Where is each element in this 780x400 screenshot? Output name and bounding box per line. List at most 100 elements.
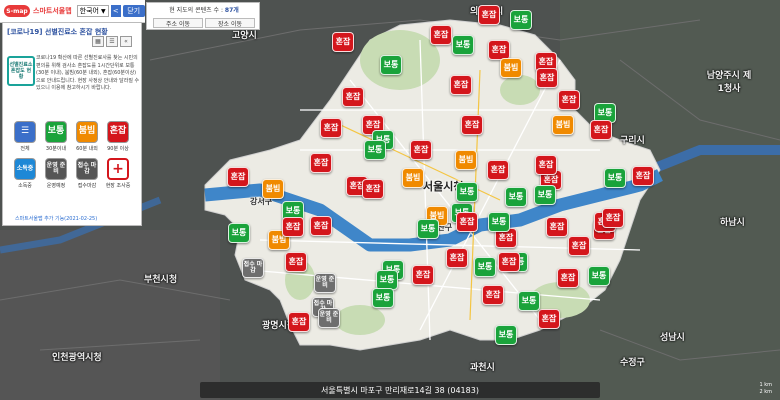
- close-button[interactable]: 닫기: [122, 5, 145, 17]
- filter-prep[interactable]: 운영 준비 운영예정: [42, 158, 70, 189]
- clinic-marker[interactable]: 혼잡: [332, 32, 354, 52]
- clinic-marker[interactable]: 접수 마감: [242, 258, 264, 278]
- clinic-marker[interactable]: 혼잡: [342, 87, 364, 107]
- map-label-gwacheon: 과천시: [470, 363, 495, 373]
- filter-survey-caption: 현장 조사중: [105, 183, 131, 189]
- clinic-marker[interactable]: 혼잡: [558, 90, 580, 110]
- clinic-marker[interactable]: 보통: [495, 325, 517, 345]
- clinic-marker[interactable]: 보통: [474, 257, 496, 277]
- clinic-marker[interactable]: 보통: [376, 270, 398, 290]
- clinic-marker[interactable]: 보통: [364, 140, 386, 160]
- clinic-marker[interactable]: 보통: [456, 182, 478, 202]
- clinic-marker[interactable]: 혼잡: [590, 120, 612, 140]
- clinic-marker[interactable]: 붐빔: [500, 58, 522, 78]
- collapse-icon[interactable]: «: [120, 36, 132, 47]
- clinic-marker[interactable]: 혼잡: [362, 179, 384, 199]
- clinic-marker[interactable]: 혼잡: [456, 212, 478, 232]
- clinic-marker[interactable]: 붐빔: [402, 168, 424, 188]
- filter-closed[interactable]: 접수 마감 접수마감: [73, 158, 101, 189]
- clinic-marker[interactable]: 보통: [604, 168, 626, 188]
- clinic-marker[interactable]: 보통: [228, 223, 250, 243]
- clinic-marker[interactable]: 운영 준비: [314, 273, 336, 293]
- map-label-bucheon: 부천시청: [144, 275, 178, 285]
- clinic-marker[interactable]: 혼잡: [546, 217, 568, 237]
- clinic-marker[interactable]: 혼잡: [320, 118, 342, 138]
- filter-normal-caption: 30분이내: [45, 146, 67, 152]
- address-move-button[interactable]: 주소 이동: [153, 18, 203, 28]
- side-panel: [코로나19] 선별진료소 혼잡 현황 ▦ ☰ « 선별진료소 혼잡도 현황 코…: [2, 22, 142, 226]
- update-note-link[interactable]: 스마트서울맵 추가 기능(2021-02-25): [15, 215, 97, 222]
- clinic-marker[interactable]: 혼잡: [410, 140, 432, 160]
- clinic-marker[interactable]: 혼잡: [488, 40, 510, 60]
- clinic-marker[interactable]: 혼잡: [461, 115, 483, 135]
- filter-normal[interactable]: 보통 30분이내: [42, 121, 70, 152]
- map-label-seongnam: 성남시: [660, 333, 685, 343]
- smap-logo[interactable]: S-map: [4, 5, 30, 17]
- clinic-marker[interactable]: 보통: [372, 288, 394, 308]
- content-info-bar: 현 지도의 콘텐츠 수 : 87개 주소 이동 장소 이동: [146, 2, 260, 30]
- clinic-marker[interactable]: 혼잡: [430, 25, 452, 45]
- map-label-sujeong: 수정구: [620, 358, 645, 368]
- place-move-label: 장소 이동: [218, 20, 242, 28]
- clinic-marker[interactable]: 보통: [417, 219, 439, 239]
- grid-view-icon[interactable]: ▦: [92, 36, 104, 47]
- top-bar: S-map 스마트서울맵 한국어 ▼ < 닫기: [0, 0, 145, 23]
- clinic-marker[interactable]: 보통: [534, 185, 556, 205]
- filter-disinfect-caption: 소독중: [18, 183, 32, 189]
- clinic-marker[interactable]: 붐빔: [552, 115, 574, 135]
- clinic-marker[interactable]: 혼잡: [568, 236, 590, 256]
- clinic-marker[interactable]: 혼잡: [557, 268, 579, 288]
- view-tools: ▦ ☰ «: [92, 36, 132, 47]
- medical-cross-icon: +: [107, 158, 129, 180]
- clinic-marker[interactable]: 붐빔: [262, 179, 284, 199]
- content-count: 87개: [224, 7, 239, 14]
- list-view-icon[interactable]: ☰: [106, 36, 118, 47]
- clinic-marker[interactable]: 혼잡: [227, 167, 249, 187]
- clinic-marker[interactable]: 혼잡: [412, 265, 434, 285]
- filter-busy-label: 붐빔: [76, 121, 98, 143]
- clinic-marker[interactable]: 보통: [380, 55, 402, 75]
- clinic-marker[interactable]: 혼잡: [310, 216, 332, 236]
- clinic-marker[interactable]: 보통: [452, 35, 474, 55]
- filter-busy[interactable]: 붐빔 60분 내외: [73, 121, 101, 152]
- clinic-marker[interactable]: 혼잡: [536, 68, 558, 88]
- clinic-marker[interactable]: 혼잡: [285, 252, 307, 272]
- clinic-marker[interactable]: 보통: [518, 291, 540, 311]
- filter-normal-label: 보통: [45, 121, 67, 143]
- clinic-marker[interactable]: 혼잡: [288, 312, 310, 332]
- filter-disinfect[interactable]: 소독중 소독중: [11, 158, 39, 189]
- clinic-marker[interactable]: 혼잡: [602, 208, 624, 228]
- clinic-marker[interactable]: 붐빔: [455, 150, 477, 170]
- clinic-marker[interactable]: 혼잡: [478, 5, 500, 25]
- clinic-marker[interactable]: 혼잡: [282, 217, 304, 237]
- clinic-marker[interactable]: 혼잡: [482, 285, 504, 305]
- content-count-line: 현 지도의 콘텐츠 수 : 87개: [147, 5, 261, 14]
- clinic-marker[interactable]: 혼잡: [450, 75, 472, 95]
- clinic-marker[interactable]: 혼잡: [446, 248, 468, 268]
- clinic-marker[interactable]: 보통: [510, 10, 532, 30]
- clinic-marker[interactable]: 혼잡: [535, 155, 557, 175]
- clinic-marker[interactable]: 혼잡: [632, 166, 654, 186]
- map-label-namyangju: 남양주시 제1청사: [706, 71, 752, 94]
- clinic-marker[interactable]: 혼잡: [538, 309, 560, 329]
- clinic-marker[interactable]: 혼잡: [310, 153, 332, 173]
- map-label-guri: 구리시: [620, 136, 645, 146]
- filter-all[interactable]: ☰ 전체: [11, 121, 39, 152]
- prev-button[interactable]: <: [110, 5, 121, 17]
- chevron-down-icon: ▼: [101, 7, 106, 15]
- clinic-marker[interactable]: 운영 준비: [318, 308, 340, 328]
- filter-crowded[interactable]: 혼잡 90분 이상: [104, 121, 132, 152]
- filter-survey[interactable]: + 현장 조사중: [104, 158, 132, 189]
- language-select[interactable]: 한국어 ▼: [76, 5, 109, 17]
- filter-closed-label: 접수 마감: [76, 158, 98, 180]
- app-title: 스마트서울맵: [33, 7, 72, 15]
- address-bar: 서울특별시 마포구 만리재로14길 38 (04183): [200, 382, 600, 398]
- clinic-marker[interactable]: 보통: [488, 212, 510, 232]
- filter-all-caption: 전체: [20, 146, 30, 152]
- clinic-marker[interactable]: 보통: [588, 266, 610, 286]
- clinic-marker[interactable]: 혼잡: [487, 160, 509, 180]
- map-label-incheon: 인천광역시청: [52, 353, 102, 363]
- clinic-marker[interactable]: 혼잡: [498, 252, 520, 272]
- clinic-marker[interactable]: 보통: [505, 187, 527, 207]
- place-move-button[interactable]: 장소 이동: [205, 18, 255, 28]
